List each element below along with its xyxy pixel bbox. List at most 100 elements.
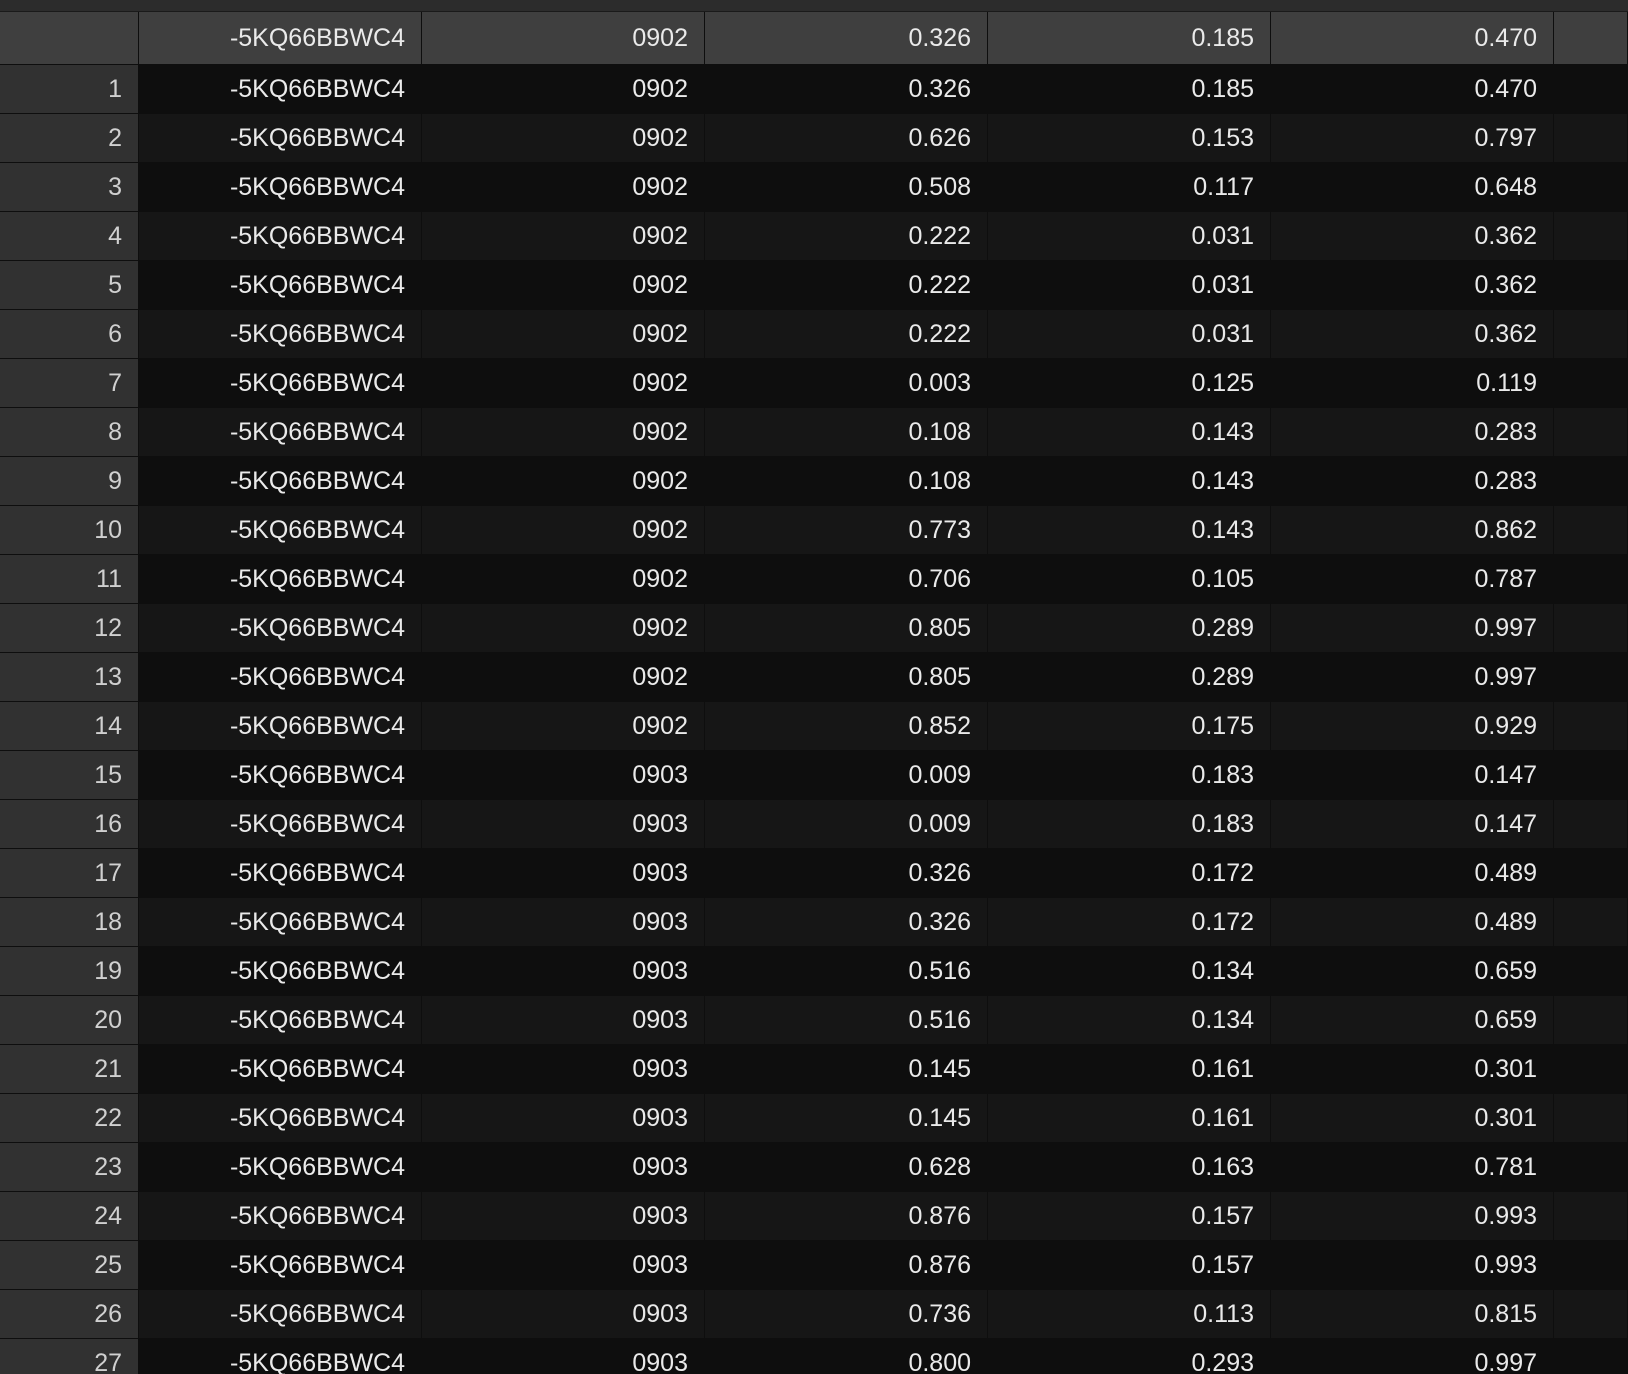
row-cell-c3[interactable]: 0.125 bbox=[988, 359, 1271, 408]
row-cell-c1[interactable]: 0902 bbox=[422, 506, 705, 555]
row-cell-c0[interactable]: -5KQ66BBWC4 bbox=[139, 65, 422, 114]
row-cell-c4[interactable]: 0.993 bbox=[1271, 1192, 1554, 1241]
row-cell-c3[interactable]: 0.153 bbox=[988, 114, 1271, 163]
row-cell-c2[interactable]: 0.222 bbox=[705, 310, 988, 359]
row-cell-c0[interactable]: -5KQ66BBWC4 bbox=[139, 1045, 422, 1094]
row-cell-c0[interactable]: -5KQ66BBWC4 bbox=[139, 604, 422, 653]
row-cell-c0[interactable]: -5KQ66BBWC4 bbox=[139, 996, 422, 1045]
row-cell-c2[interactable]: 0.145 bbox=[705, 1094, 988, 1143]
row-index-cell[interactable]: 19 bbox=[0, 947, 139, 996]
row-cell-c4[interactable]: 0.489 bbox=[1271, 898, 1554, 947]
row-cell-c3[interactable]: 0.183 bbox=[988, 751, 1271, 800]
row-cell-c1[interactable]: 0902 bbox=[422, 408, 705, 457]
row-index-cell[interactable]: 4 bbox=[0, 212, 139, 261]
row-cell-c4[interactable]: 0.301 bbox=[1271, 1045, 1554, 1094]
row-index-cell[interactable]: 23 bbox=[0, 1143, 139, 1192]
row-cell-c1[interactable]: 0903 bbox=[422, 1241, 705, 1290]
row-cell-c1[interactable]: 0903 bbox=[422, 1192, 705, 1241]
row-index-cell[interactable]: 14 bbox=[0, 702, 139, 751]
row-cell-c4[interactable]: 0.119 bbox=[1271, 359, 1554, 408]
row-cell-c0[interactable]: -5KQ66BBWC4 bbox=[139, 1241, 422, 1290]
row-cell-c4[interactable]: 0.489 bbox=[1271, 849, 1554, 898]
row-index-cell[interactable]: 24 bbox=[0, 1192, 139, 1241]
row-index-cell[interactable]: 27 bbox=[0, 1339, 139, 1374]
row-cell-c2[interactable]: 0.009 bbox=[705, 800, 988, 849]
row-cell-c2[interactable]: 0.516 bbox=[705, 996, 988, 1045]
row-cell-c2[interactable]: 0.800 bbox=[705, 1339, 988, 1374]
row-cell-c2[interactable]: 0.516 bbox=[705, 947, 988, 996]
header-index-cell[interactable] bbox=[0, 12, 139, 65]
row-cell-c1[interactable]: 0903 bbox=[422, 996, 705, 1045]
row-cell-c3[interactable]: 0.113 bbox=[988, 1290, 1271, 1339]
row-cell-c2[interactable]: 0.736 bbox=[705, 1290, 988, 1339]
row-cell-c1[interactable]: 0903 bbox=[422, 947, 705, 996]
row-cell-c2[interactable]: 0.852 bbox=[705, 702, 988, 751]
row-cell-c2[interactable]: 0.876 bbox=[705, 1241, 988, 1290]
header-cell-c2[interactable]: 0.326 bbox=[705, 12, 988, 65]
row-index-cell[interactable]: 15 bbox=[0, 751, 139, 800]
row-cell-c4[interactable]: 0.362 bbox=[1271, 310, 1554, 359]
row-index-cell[interactable]: 21 bbox=[0, 1045, 139, 1094]
row-cell-c3[interactable]: 0.143 bbox=[988, 506, 1271, 555]
row-cell-c2[interactable]: 0.706 bbox=[705, 555, 988, 604]
row-cell-c0[interactable]: -5KQ66BBWC4 bbox=[139, 1094, 422, 1143]
row-cell-c2[interactable]: 0.145 bbox=[705, 1045, 988, 1094]
row-cell-c4[interactable]: 0.781 bbox=[1271, 1143, 1554, 1192]
row-index-cell[interactable]: 6 bbox=[0, 310, 139, 359]
row-cell-c4[interactable]: 0.470 bbox=[1271, 65, 1554, 114]
row-cell-c4[interactable]: 0.283 bbox=[1271, 457, 1554, 506]
row-cell-c1[interactable]: 0903 bbox=[422, 1094, 705, 1143]
row-cell-c1[interactable]: 0902 bbox=[422, 653, 705, 702]
row-cell-c3[interactable]: 0.163 bbox=[988, 1143, 1271, 1192]
row-cell-c2[interactable]: 0.009 bbox=[705, 751, 988, 800]
row-cell-c0[interactable]: -5KQ66BBWC4 bbox=[139, 1290, 422, 1339]
row-cell-c4[interactable]: 0.797 bbox=[1271, 114, 1554, 163]
row-cell-c0[interactable]: -5KQ66BBWC4 bbox=[139, 849, 422, 898]
row-index-cell[interactable]: 12 bbox=[0, 604, 139, 653]
row-cell-c4[interactable]: 0.147 bbox=[1271, 800, 1554, 849]
row-cell-c2[interactable]: 0.626 bbox=[705, 114, 988, 163]
row-cell-c4[interactable]: 0.993 bbox=[1271, 1241, 1554, 1290]
row-cell-c1[interactable]: 0902 bbox=[422, 359, 705, 408]
row-cell-c2[interactable]: 0.108 bbox=[705, 408, 988, 457]
row-cell-c2[interactable]: 0.108 bbox=[705, 457, 988, 506]
row-cell-c1[interactable]: 0902 bbox=[422, 457, 705, 506]
row-cell-c1[interactable]: 0902 bbox=[422, 212, 705, 261]
header-cell-c0[interactable]: -5KQ66BBWC4 bbox=[139, 12, 422, 65]
row-cell-c3[interactable]: 0.143 bbox=[988, 457, 1271, 506]
row-cell-c2[interactable]: 0.508 bbox=[705, 163, 988, 212]
row-cell-c1[interactable]: 0903 bbox=[422, 1339, 705, 1374]
row-index-cell[interactable]: 7 bbox=[0, 359, 139, 408]
row-cell-c4[interactable]: 0.787 bbox=[1271, 555, 1554, 604]
row-cell-c3[interactable]: 0.105 bbox=[988, 555, 1271, 604]
row-index-cell[interactable]: 26 bbox=[0, 1290, 139, 1339]
row-index-cell[interactable]: 3 bbox=[0, 163, 139, 212]
row-cell-c1[interactable]: 0903 bbox=[422, 1290, 705, 1339]
row-cell-c0[interactable]: -5KQ66BBWC4 bbox=[139, 898, 422, 947]
row-cell-c1[interactable]: 0903 bbox=[422, 1143, 705, 1192]
row-cell-c1[interactable]: 0903 bbox=[422, 849, 705, 898]
row-cell-c0[interactable]: -5KQ66BBWC4 bbox=[139, 163, 422, 212]
row-cell-c4[interactable]: 0.997 bbox=[1271, 604, 1554, 653]
row-cell-c0[interactable]: -5KQ66BBWC4 bbox=[139, 653, 422, 702]
row-cell-c0[interactable]: -5KQ66BBWC4 bbox=[139, 310, 422, 359]
row-cell-c4[interactable]: 0.648 bbox=[1271, 163, 1554, 212]
row-index-cell[interactable]: 20 bbox=[0, 996, 139, 1045]
row-cell-c1[interactable]: 0903 bbox=[422, 898, 705, 947]
row-cell-c2[interactable]: 0.003 bbox=[705, 359, 988, 408]
row-cell-c3[interactable]: 0.117 bbox=[988, 163, 1271, 212]
row-cell-c3[interactable]: 0.289 bbox=[988, 604, 1271, 653]
row-cell-c2[interactable]: 0.876 bbox=[705, 1192, 988, 1241]
row-cell-c2[interactable]: 0.805 bbox=[705, 653, 988, 702]
row-index-cell[interactable]: 16 bbox=[0, 800, 139, 849]
row-cell-c3[interactable]: 0.293 bbox=[988, 1339, 1271, 1374]
row-cell-c1[interactable]: 0902 bbox=[422, 261, 705, 310]
row-cell-c0[interactable]: -5KQ66BBWC4 bbox=[139, 702, 422, 751]
row-cell-c2[interactable]: 0.222 bbox=[705, 261, 988, 310]
header-cell-c3[interactable]: 0.185 bbox=[988, 12, 1271, 65]
row-cell-c0[interactable]: -5KQ66BBWC4 bbox=[139, 555, 422, 604]
row-cell-c4[interactable]: 0.283 bbox=[1271, 408, 1554, 457]
row-cell-c2[interactable]: 0.628 bbox=[705, 1143, 988, 1192]
row-cell-c3[interactable]: 0.031 bbox=[988, 310, 1271, 359]
row-cell-c3[interactable]: 0.172 bbox=[988, 898, 1271, 947]
